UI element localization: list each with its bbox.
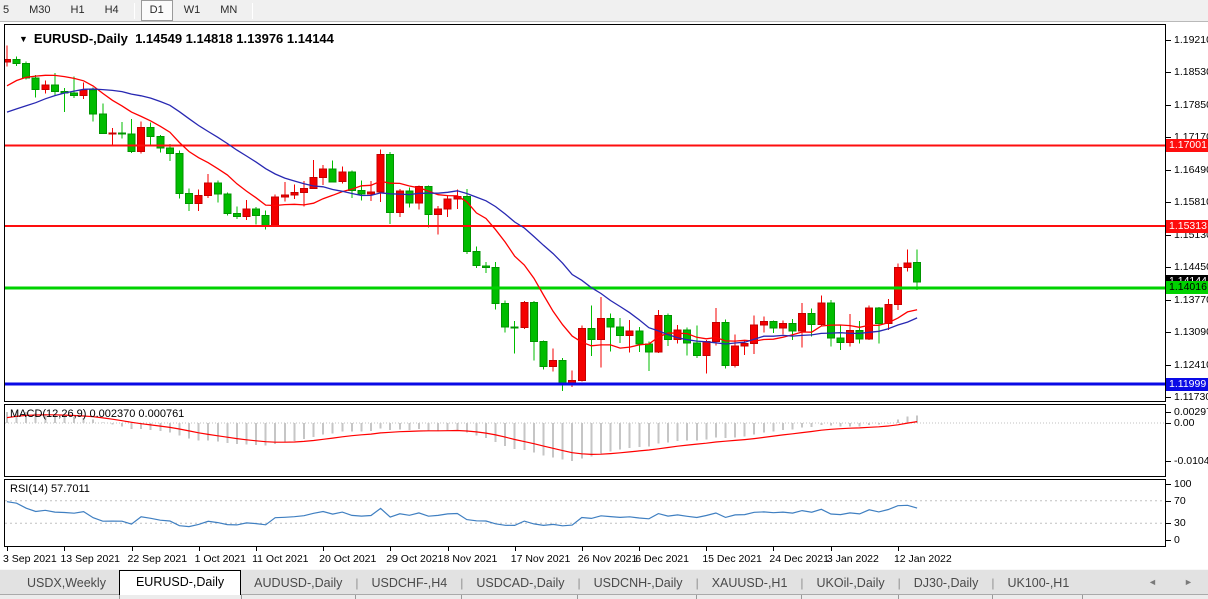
date-tick	[323, 547, 324, 551]
chevron-down-icon[interactable]: ▼	[19, 34, 28, 44]
date-label: 22 Sep 2021	[128, 553, 188, 565]
candlestick-chart-canvas[interactable]	[5, 25, 1165, 401]
date-tick	[831, 547, 832, 551]
date-tick	[773, 547, 774, 551]
tab-ukoil-daily[interactable]: UKOil-,Daily	[804, 572, 898, 594]
date-label: 26 Nov 2021	[578, 553, 638, 565]
tab-xauusd-h1[interactable]: XAUUSD-,H1	[699, 572, 801, 594]
chart-ohlc-values: 1.14549 1.14818 1.13976 1.14144	[135, 31, 334, 46]
tab-scroll-left-icon[interactable]: ◄	[1148, 577, 1157, 587]
toolbar-separator	[134, 3, 135, 19]
tab-eurusd-daily[interactable]: EURUSD-,Daily	[119, 570, 241, 595]
tab-usdx-weekly[interactable]: USDX,Weekly	[14, 572, 119, 594]
hline-price-label: 1.11999	[1166, 378, 1208, 391]
date-label: 11 Oct 2021	[252, 553, 308, 565]
date-label: 6 Dec 2021	[635, 553, 689, 565]
timeframe-toolbar: 5M30H1H4 D1W1MN	[0, 0, 1208, 22]
macd-label: MACD(12,26,9) 0.002370 0.000761	[10, 408, 184, 420]
tab-dj30-daily[interactable]: DJ30-,Daily	[901, 572, 992, 594]
tab-boundary-mark	[241, 595, 242, 599]
date-label: 8 Nov 2021	[444, 553, 498, 565]
date-label: 20 Oct 2021	[319, 553, 376, 565]
date-tick	[706, 547, 707, 551]
date-label: 29 Oct 2021	[386, 553, 443, 565]
date-label: 15 Dec 2021	[702, 553, 762, 565]
tab-boundary-mark	[355, 595, 356, 599]
chart-symbol-label: EURUSD-,Daily	[34, 31, 128, 46]
tab-boundary-mark	[1082, 595, 1083, 599]
tab-usdcnh-daily[interactable]: USDCNH-,Daily	[581, 572, 696, 594]
timeframe-button-MN[interactable]: MN	[211, 0, 246, 21]
tab-scroll-right-icon[interactable]: ►	[1184, 577, 1193, 587]
tab-boundary-mark	[577, 595, 578, 599]
rsi-canvas[interactable]	[5, 480, 1165, 546]
date-tick	[7, 547, 8, 551]
date-tick	[64, 547, 65, 551]
timeframe-button-H1[interactable]: H1	[62, 0, 94, 21]
date-label: 1 Oct 2021	[195, 553, 246, 565]
timeframe-button-W1[interactable]: W1	[175, 0, 210, 21]
date-axis: 3 Sep 202113 Sep 2021 22 Sep 2021 1 Oct 20…	[4, 547, 1166, 569]
chart-tab-bar: USDX,WeeklyEURUSD-,DailyAUDUSD-,Daily|US…	[0, 569, 1208, 599]
tab-usdcad-daily[interactable]: USDCAD-,Daily	[463, 572, 577, 594]
date-tick	[515, 547, 516, 551]
tab-boundary-mark	[461, 595, 462, 599]
rsi-label: RSI(14) 57.7011	[10, 483, 90, 495]
date-label: 3 Sep 2021	[3, 553, 57, 565]
date-tick	[582, 547, 583, 551]
date-tick	[256, 547, 257, 551]
date-label: 24 Dec 2021	[769, 553, 829, 565]
date-tick	[448, 547, 449, 551]
tab-boundary-mark	[992, 595, 993, 599]
date-tick	[639, 547, 640, 551]
timeframe-button-H4[interactable]: H4	[96, 0, 128, 21]
hline-price-label: 1.17001	[1166, 139, 1208, 152]
trading-platform-window: 5M30H1H4 D1W1MN ▼ EURUSD-,Daily 1.14549 1.…	[0, 0, 1208, 599]
date-tick	[199, 547, 200, 551]
timeframe-button-5[interactable]: 5	[0, 0, 18, 21]
tab-boundary-mark	[801, 595, 802, 599]
date-label: 13 Sep 2021	[60, 553, 120, 565]
main-chart-panel[interactable]: ▼ EURUSD-,Daily 1.14549 1.14818 1.13976 1…	[4, 24, 1166, 402]
macd-panel[interactable]: MACD(12,26,9) 0.002370 0.000761	[4, 404, 1166, 477]
toolbar-separator	[252, 3, 253, 19]
tab-audusd-daily[interactable]: AUDUSD-,Daily	[241, 572, 355, 594]
rsi-panel[interactable]: RSI(14) 57.7011	[4, 479, 1166, 547]
date-label: 12 Jan 2022	[894, 553, 952, 565]
hline-price-label: 1.14016	[1166, 281, 1208, 294]
hline-price-label: 1.15313	[1166, 220, 1208, 233]
tab-boundary-mark	[898, 595, 899, 599]
date-tick	[390, 547, 391, 551]
tab-uk100-h1[interactable]: UK100-,H1	[994, 572, 1082, 594]
tab-boundary-mark	[119, 595, 120, 599]
timeframe-button-M30[interactable]: M30	[20, 0, 59, 21]
tab-usdchf-h4[interactable]: USDCHF-,H4	[359, 572, 461, 594]
date-label: 3 Jan 2022	[827, 553, 879, 565]
date-tick	[898, 547, 899, 551]
chart-title: ▼ EURUSD-,Daily 1.14549 1.14818 1.13976 1…	[19, 31, 334, 46]
price-axis: 1.192101.185301.178501.171701.164901.158…	[1166, 24, 1208, 548]
date-tick	[132, 547, 133, 551]
timeframe-button-D1[interactable]: D1	[141, 0, 173, 21]
date-label: 17 Nov 2021	[511, 553, 571, 565]
tab-boundary-mark	[696, 595, 697, 599]
